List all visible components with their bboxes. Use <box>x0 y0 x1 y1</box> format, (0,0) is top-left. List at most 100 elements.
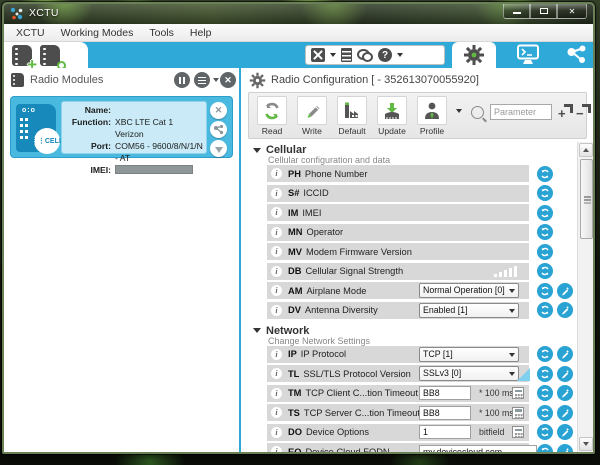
help-dropdown-caret[interactable] <box>397 53 403 57</box>
write-param-button[interactable] <box>557 443 573 452</box>
menu-working-modes[interactable]: Working Modes <box>53 25 142 41</box>
refresh-param-button[interactable] <box>537 346 553 362</box>
menu-tools[interactable]: Tools <box>141 25 182 41</box>
info-icon[interactable]: i <box>271 168 282 179</box>
info-icon[interactable]: i <box>271 426 282 438</box>
add-module-icon[interactable]: + <box>12 44 37 73</box>
scrollbar-thumb[interactable] <box>579 159 593 239</box>
param-row-body[interactable]: i DB Cellular Signal Strength <box>267 262 529 280</box>
read-button[interactable]: Read <box>253 96 291 136</box>
vertical-scrollbar[interactable] <box>577 142 593 452</box>
frames-log-icon[interactable] <box>341 48 352 62</box>
param-select[interactable]: SSLv3 [0] <box>419 366 519 381</box>
write-param-button[interactable] <box>557 346 573 362</box>
refresh-param-button[interactable] <box>537 224 553 240</box>
expand-module-button[interactable] <box>210 140 227 157</box>
info-icon[interactable]: i <box>271 285 282 296</box>
write-param-button[interactable] <box>557 282 573 299</box>
sort-modules-button[interactable] <box>194 72 210 88</box>
param-input[interactable] <box>419 386 471 400</box>
refresh-param-button[interactable] <box>537 243 553 260</box>
tools-dropdown-caret[interactable] <box>330 53 336 57</box>
param-select[interactable]: TCP [1] <box>419 346 519 362</box>
calculator-icon[interactable] <box>512 387 524 399</box>
refresh-param-button[interactable] <box>537 404 553 421</box>
refresh-param-button[interactable] <box>537 443 553 452</box>
profile-dropdown-caret[interactable] <box>456 109 462 113</box>
module-card[interactable]: o:o ⋮⋮CELL Name: Function: XBC LTE Cat 1 … <box>10 96 233 175</box>
tab-network[interactable] <box>556 42 593 68</box>
refresh-param-button[interactable] <box>537 204 553 221</box>
param-row-body[interactable]: i IM IMEI <box>267 204 529 221</box>
write-param-button[interactable] <box>557 385 573 401</box>
param-input[interactable] <box>419 444 537 452</box>
remove-module-button[interactable]: ✕ <box>210 102 227 119</box>
calculator-icon[interactable] <box>512 406 524 419</box>
param-row-body[interactable]: i MN Operator <box>267 223 529 241</box>
feedback-icon[interactable] <box>357 48 373 62</box>
param-select[interactable]: Enabled [1] <box>419 302 519 318</box>
parameter-search-input[interactable] <box>490 104 552 120</box>
maximize-button[interactable] <box>530 4 557 19</box>
info-icon[interactable]: i <box>271 265 282 277</box>
refresh-param-button[interactable] <box>537 185 553 201</box>
refresh-param-button[interactable] <box>537 385 553 401</box>
title-bar[interactable]: XCTU ✕ <box>4 4 593 24</box>
collapse-arrow-icon[interactable] <box>253 328 261 333</box>
scroll-up-button[interactable] <box>579 143 593 157</box>
param-row-body[interactable]: i AM Airplane Mode Normal Operation [0] <box>267 282 529 299</box>
param-row-body[interactable]: i IP IP Protocol TCP [1] <box>267 345 529 363</box>
param-select[interactable]: Normal Operation [0] <box>419 283 519 298</box>
refresh-param-button[interactable] <box>537 365 553 382</box>
profile-button[interactable]: Profile <box>413 96 451 136</box>
connect-module-button[interactable] <box>210 121 227 138</box>
scroll-down-button[interactable] <box>579 437 593 451</box>
close-panel-button[interactable]: ✕ <box>220 72 236 88</box>
write-param-button[interactable] <box>557 424 573 440</box>
write-button[interactable]: Write <box>293 96 331 136</box>
refresh-param-button[interactable] <box>537 263 553 279</box>
write-param-button[interactable] <box>557 404 573 421</box>
info-icon[interactable]: i <box>271 246 282 257</box>
info-icon[interactable]: i <box>271 387 282 399</box>
info-icon[interactable]: i <box>271 226 282 238</box>
tools-icon[interactable] <box>311 48 325 62</box>
param-input[interactable] <box>419 425 471 439</box>
tab-console[interactable] <box>506 42 550 68</box>
write-param-button[interactable] <box>557 302 573 318</box>
param-row-body[interactable]: i TMTCP Client C...tion Timeout * 100 ms <box>267 384 529 402</box>
info-icon[interactable]: i <box>271 187 282 199</box>
param-row-body[interactable]: i TSTCP Server C...tion Timeout * 100 ms <box>267 404 529 421</box>
toggle-view-button[interactable] <box>174 72 190 88</box>
param-row-body[interactable]: i PH Phone Number <box>267 165 529 182</box>
refresh-param-button[interactable] <box>537 302 553 318</box>
refresh-param-button[interactable] <box>537 282 553 299</box>
refresh-param-button[interactable] <box>537 424 553 440</box>
help-icon[interactable]: ? <box>378 48 392 62</box>
write-param-button[interactable] <box>557 365 573 382</box>
default-button[interactable]: Default <box>333 96 371 136</box>
info-icon[interactable]: i <box>271 348 282 360</box>
info-icon[interactable]: i <box>271 368 282 379</box>
info-icon[interactable]: i <box>271 207 282 218</box>
expand-sections-button[interactable]: + <box>558 104 573 120</box>
param-row-body[interactable]: i DODevice Options bitfield <box>267 423 529 441</box>
menu-xctu[interactable]: XCTU <box>8 25 53 41</box>
collapse-sections-button[interactable]: − <box>576 104 591 120</box>
param-row-body[interactable]: i S# ICCID <box>267 184 529 202</box>
info-icon[interactable]: i <box>271 446 282 452</box>
param-input[interactable] <box>419 405 471 420</box>
collapse-arrow-icon[interactable] <box>253 147 261 153</box>
info-icon[interactable]: i <box>271 407 282 418</box>
param-row-body[interactable]: i TL SSL/TLS Protocol Version SSLv3 [0] <box>267 365 530 382</box>
minimize-button[interactable] <box>503 4 530 19</box>
calculator-icon[interactable] <box>512 426 524 438</box>
info-icon[interactable]: i <box>271 304 282 316</box>
tab-configuration[interactable] <box>452 42 496 68</box>
param-row-body[interactable]: i EQ Device Cloud FQDN <box>267 443 537 452</box>
discover-module-icon[interactable] <box>40 44 66 70</box>
param-row-body[interactable]: i MV Modem Firmware Version <box>267 243 529 260</box>
sort-dropdown-caret[interactable] <box>213 78 219 82</box>
update-button[interactable]: Update <box>373 96 411 136</box>
param-row-body[interactable]: i DV Antenna Diversity Enabled [1] <box>267 301 529 319</box>
